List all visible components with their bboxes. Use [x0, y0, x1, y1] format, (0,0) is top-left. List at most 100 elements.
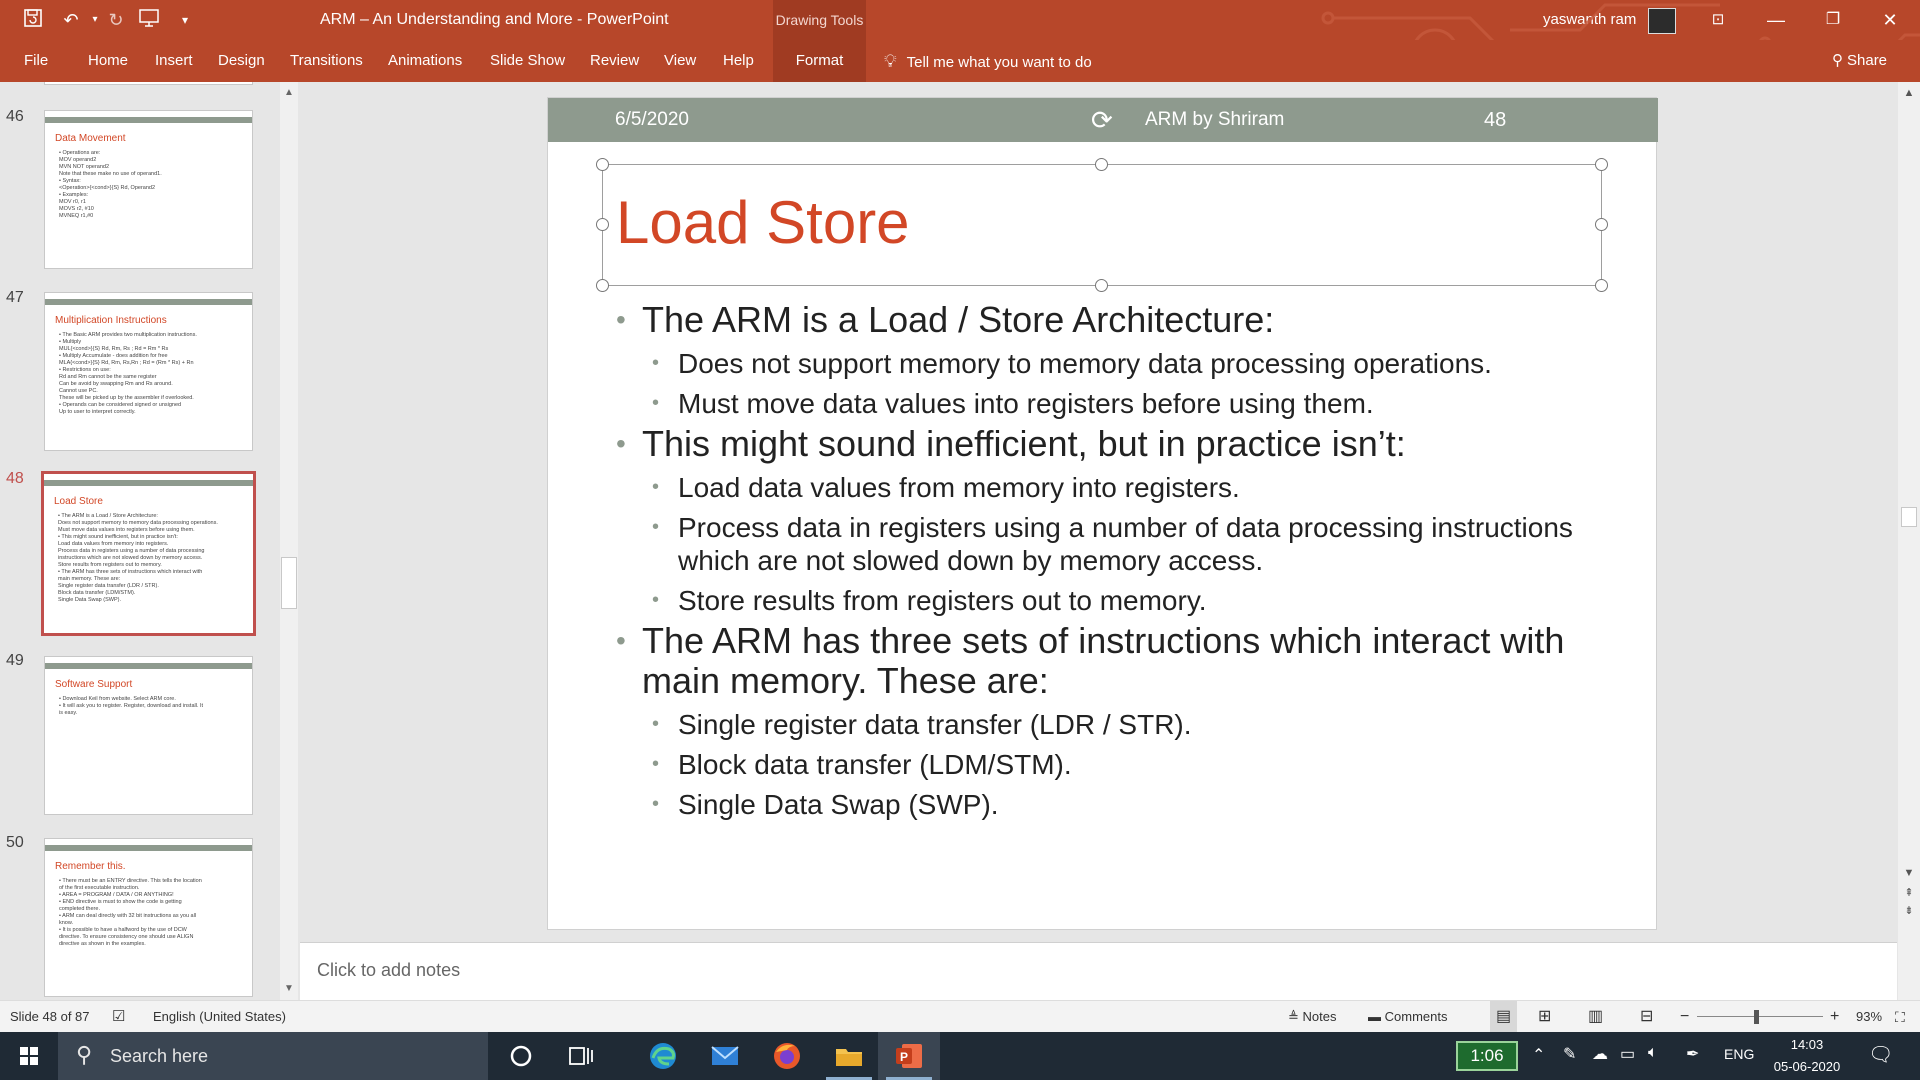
previous-slide-icon[interactable]: ⇞	[1898, 884, 1920, 902]
slide-thumbnail-46[interactable]: Data Movement • Operations are: MOV oper…	[44, 110, 253, 269]
zoom-out-icon[interactable]: −	[1680, 1001, 1689, 1033]
resize-handle[interactable]	[1595, 218, 1608, 231]
file-explorer-icon[interactable]	[833, 1040, 865, 1072]
user-name[interactable]: yaswanth ram	[1543, 0, 1636, 40]
stylus-icon[interactable]: ✒	[1686, 1044, 1699, 1064]
tab-transitions[interactable]: Transitions	[290, 40, 363, 82]
minimize-icon[interactable]: —	[1748, 0, 1804, 40]
resize-handle[interactable]	[596, 158, 609, 171]
thumbnails-scrollbar[interactable]: ▲ ▼	[280, 82, 298, 1000]
scroll-down-icon[interactable]: ▼	[1898, 864, 1920, 882]
fit-slide-icon[interactable]: ⛶	[1895, 1001, 1905, 1033]
thumbnail-line: • It is possible to have a halfword by t…	[59, 927, 187, 933]
show-hidden-icons-icon[interactable]: ⌃	[1532, 1045, 1545, 1065]
start-button[interactable]	[0, 1032, 58, 1080]
resize-handle[interactable]	[596, 218, 609, 231]
notifications-icon[interactable]: 🗨︎	[1868, 1042, 1893, 1067]
slideshow-view-icon[interactable]: ⊟	[1640, 1001, 1653, 1033]
volume-icon[interactable]: 🔈︎	[1648, 1044, 1658, 1062]
scrollbar-thumb[interactable]	[281, 557, 297, 609]
cortana-icon[interactable]	[505, 1040, 537, 1072]
pen-icon[interactable]: ✎	[1563, 1044, 1576, 1064]
system-clock[interactable]: 14:03 05-06-2020	[1757, 1034, 1857, 1078]
reading-view-icon[interactable]: ▥	[1588, 1001, 1603, 1033]
powerpoint-taskbar-button[interactable]: P	[878, 1032, 940, 1080]
resize-handle[interactable]	[596, 279, 609, 292]
tab-help[interactable]: Help	[723, 40, 754, 82]
edge-icon[interactable]	[647, 1040, 679, 1072]
tab-file[interactable]: File	[24, 40, 48, 82]
resize-handle[interactable]	[1595, 158, 1608, 171]
tab-format[interactable]: Format	[773, 40, 866, 82]
slide-thumbnail-49[interactable]: Software Support • Download Keil from we…	[44, 656, 253, 815]
comments-button[interactable]: ▬ Comments	[1368, 1001, 1447, 1033]
scroll-up-icon[interactable]: ▲	[280, 84, 298, 102]
rotate-handle-icon[interactable]: ⟳	[1091, 98, 1113, 142]
slide-body-text[interactable]: The ARM is a Load / Store Architecture: …	[616, 296, 1616, 822]
save-icon[interactable]	[18, 8, 48, 32]
close-icon[interactable]: ✕	[1862, 0, 1918, 40]
ribbon-display-icon[interactable]: ⊡	[1690, 0, 1746, 40]
thumbnail-line: Up to user to interpret correctly.	[59, 409, 136, 415]
tab-design[interactable]: Design	[218, 40, 265, 82]
mail-icon[interactable]	[709, 1040, 741, 1072]
language-indicator[interactable]: English (United States)	[153, 1001, 286, 1033]
tab-insert[interactable]: Insert	[155, 40, 193, 82]
recording-timer[interactable]: 1:06	[1456, 1041, 1518, 1071]
battery-icon[interactable]: ▭	[1620, 1044, 1635, 1064]
thumbnail-line: • There must be an ENTRY directive. This…	[59, 878, 202, 884]
slide-sorter-icon[interactable]: ⊞	[1538, 1001, 1551, 1033]
bullet-level-2: Single register data transfer (LDR / STR…	[616, 708, 1616, 741]
thumbnail-title: Multiplication Instructions	[55, 315, 167, 326]
spell-check-icon[interactable]: ☑	[112, 1001, 125, 1033]
notes-label: Notes	[1302, 1009, 1337, 1024]
thumbnail-line: MVN NOT operand2	[59, 164, 110, 170]
avatar[interactable]	[1648, 8, 1676, 34]
comment-icon: ▬	[1368, 1009, 1385, 1024]
input-language[interactable]: ENG	[1724, 1046, 1754, 1062]
slide-title[interactable]: Load Store	[616, 188, 910, 257]
thumbnail-line: • Syntax:	[59, 178, 81, 184]
scroll-up-icon[interactable]: ▲	[1898, 84, 1920, 102]
zoom-level[interactable]: 93%	[1856, 1001, 1882, 1033]
onedrive-icon[interactable]: ☁	[1592, 1044, 1608, 1064]
tab-animations[interactable]: Animations	[388, 40, 462, 82]
thumbnail-line: Single Data Swap (SWP).	[58, 597, 121, 603]
thumbnail-line: is easy.	[59, 710, 78, 716]
scroll-down-icon[interactable]: ▼	[280, 980, 298, 998]
slide-thumbnail-48[interactable]: Load Store • The ARM is a Load / Store A…	[41, 471, 256, 636]
bullet-level-2: Store results from registers out to memo…	[616, 584, 1616, 617]
normal-view-icon[interactable]: ▤	[1490, 1001, 1518, 1033]
person-icon: ⚲	[1832, 52, 1843, 69]
redo-icon[interactable]: ↻	[101, 8, 131, 32]
presentation-icon[interactable]	[134, 8, 164, 32]
notes-pane[interactable]: Click to add notes	[300, 942, 1897, 1000]
tab-review[interactable]: Review	[590, 40, 639, 82]
tell-me-search[interactable]: 💡︎ Tell me what you want to do	[884, 40, 1092, 82]
zoom-slider[interactable]	[1697, 1016, 1823, 1017]
notes-button[interactable]: ≜ Notes	[1288, 1001, 1336, 1033]
zoom-slider-thumb[interactable]	[1754, 1010, 1760, 1024]
slide-canvas[interactable]: 6/5/2020 ⟳ ARM by Shriram 48 Load Store …	[547, 97, 1658, 930]
tab-view[interactable]: View	[664, 40, 696, 82]
taskbar-search[interactable]: ⚲ Search here	[58, 1032, 488, 1080]
task-view-icon[interactable]	[565, 1040, 597, 1072]
resize-handle[interactable]	[1095, 279, 1108, 292]
customize-toolbar-icon[interactable]: ▾	[170, 8, 200, 32]
firefox-icon[interactable]	[771, 1040, 803, 1072]
slide-scrollbar[interactable]: ▲ ▼ ⇞ ⇟	[1898, 82, 1920, 1000]
share-button[interactable]: ⚲ Share	[1832, 40, 1887, 82]
resize-handle[interactable]	[1095, 158, 1108, 171]
next-slide-icon[interactable]: ⇟	[1898, 902, 1920, 920]
slide-thumbnail-47[interactable]: Multiplication Instructions • The Basic …	[44, 292, 253, 451]
scrollbar-thumb[interactable]	[1901, 507, 1917, 527]
slide-editing-area: 6/5/2020 ⟳ ARM by Shriram 48 Load Store …	[300, 82, 1897, 942]
resize-handle[interactable]	[1595, 279, 1608, 292]
tab-home[interactable]: Home	[88, 40, 128, 82]
bullet-level-2: Process data in registers using a number…	[616, 511, 1616, 577]
restore-icon[interactable]: ❐	[1805, 0, 1861, 40]
zoom-in-icon[interactable]: +	[1830, 1001, 1839, 1033]
thumbnail-line: • Examples:	[59, 192, 89, 198]
tab-slide-show[interactable]: Slide Show	[490, 40, 565, 82]
slide-thumbnail-50[interactable]: Remember this. • There must be an ENTRY …	[44, 838, 253, 997]
